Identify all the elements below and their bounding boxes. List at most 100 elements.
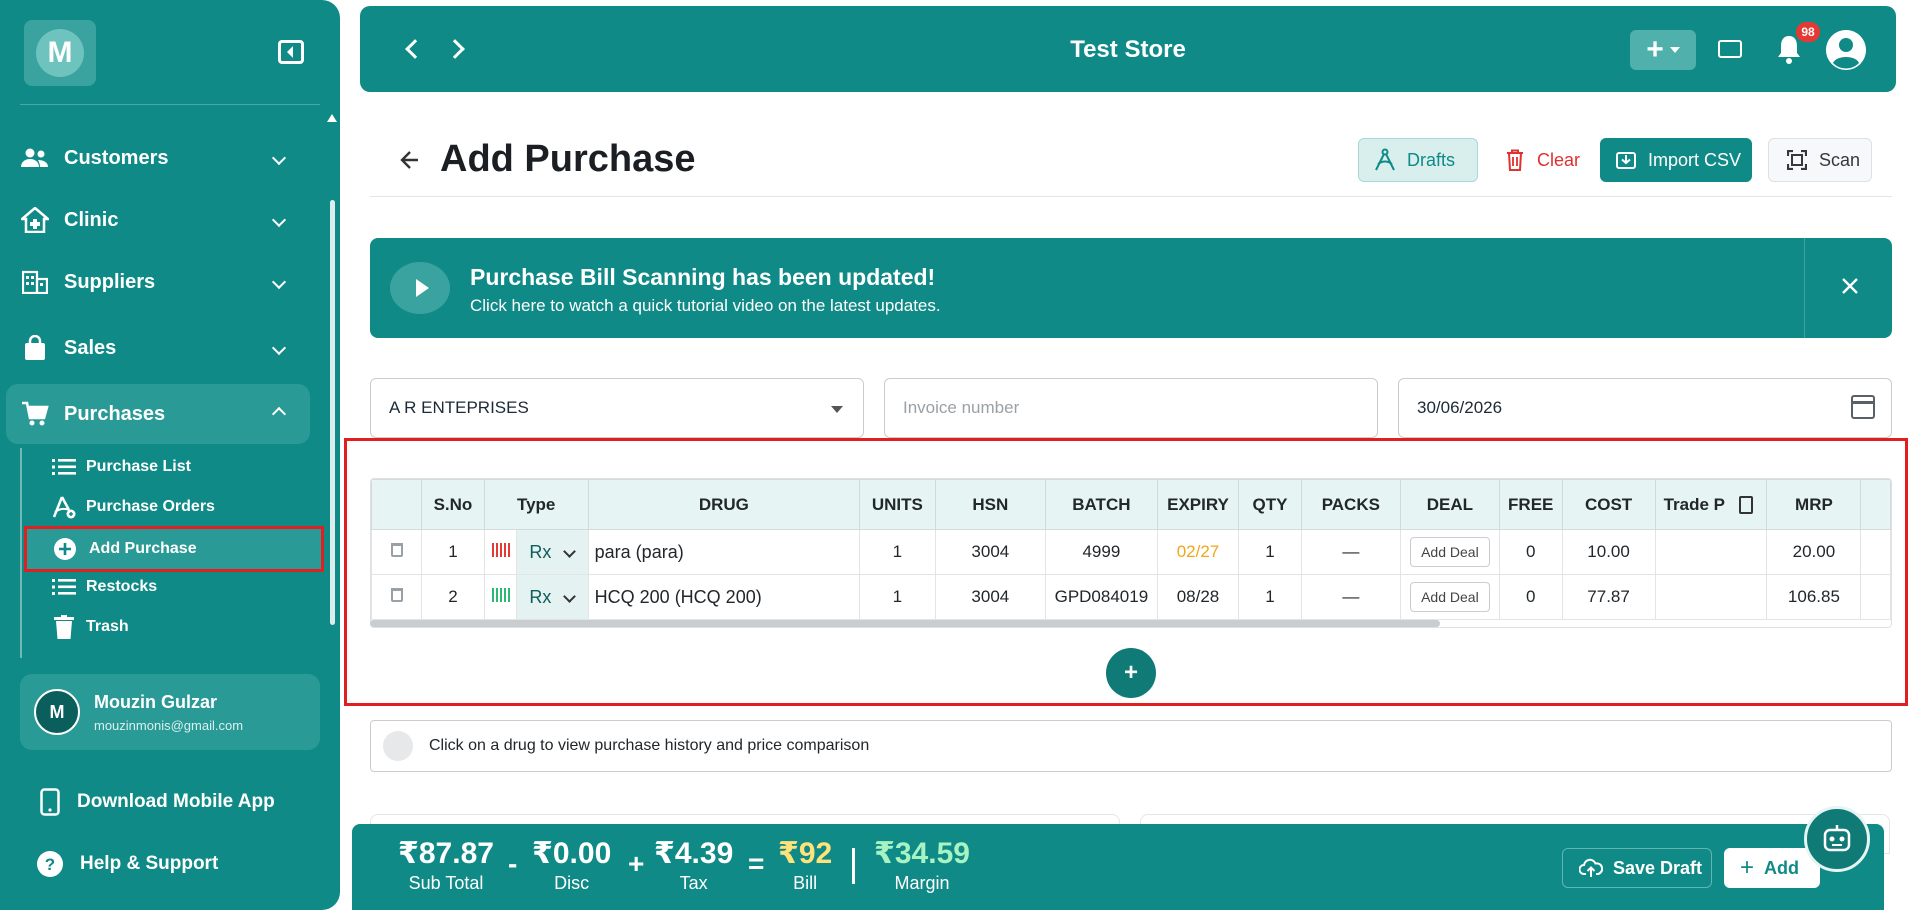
tax-value: ₹4.39 [654,837,734,870]
sidebar-item-customers[interactable]: Customers [0,128,330,188]
sidebar-item-label: Purchases [64,402,166,425]
save-draft-label: Save Draft [1613,857,1703,878]
scroll-up-icon[interactable] [327,114,337,122]
sidebar-subitem-label: Trash [86,618,129,635]
scan-button[interactable]: Scan [1768,138,1872,182]
list-icon [52,455,76,479]
clinic-icon [20,205,50,235]
sidebar-subitem-label: Restocks [86,578,158,595]
sidebar-item-label: Suppliers [64,270,156,293]
sidebar-item-label: Sales [64,336,117,359]
bill-value: ₹92 [778,837,833,870]
quick-add-button[interactable]: + [1630,30,1696,70]
app-logo[interactable]: M [24,20,96,86]
sidebar-subitem-purchase-orders[interactable]: Purchase Orders [48,488,318,526]
invoice-number-input[interactable]: Invoice number [884,378,1378,438]
sidebar-scrollbar[interactable] [330,200,335,625]
help-support-label: Help & Support [80,853,219,874]
sidebar-item-sales[interactable]: Sales [0,318,330,378]
sidebar-item-suppliers[interactable]: Suppliers [0,252,330,312]
sidebar-subitem-purchase-list[interactable]: Purchase List [48,448,318,486]
sidebar: M Customers Clinic Suppliers Sales Purch… [0,0,340,910]
app-root: M Customers Clinic Suppliers Sales Purch… [0,0,1916,910]
compass-icon [1373,148,1397,172]
sidebar-collapse-icon[interactable] [278,40,304,64]
sidebar-divider [20,104,320,105]
banner-separator [1804,238,1805,338]
purchase-date-input[interactable]: 30/06/2026 [1398,378,1892,438]
scan-label: Scan [1819,149,1861,170]
supplier-value: A R ENTEPRISES [389,398,529,417]
disc-block: ₹0.00 Disc [532,836,611,894]
keyboard-icon[interactable] [1718,40,1742,58]
sidebar-subitem-trash[interactable]: Trash [48,608,318,646]
banner-subtitle: Click here to watch a quick tutorial vid… [470,296,941,315]
drafts-button[interactable]: Drafts [1358,138,1478,182]
drug-history-hint: Click on a drug to view purchase history… [370,720,1892,772]
calendar-icon[interactable] [1851,395,1875,419]
shopping-cart-icon [20,399,50,429]
user-profile-card[interactable]: M Mouzin Gulzar mouzinmonis@gmail.com [20,674,320,750]
sidebar-item-clinic[interactable]: Clinic [0,190,330,250]
user-name: Mouzin Gulzar [94,692,217,712]
chevron-down-icon [271,274,287,290]
invoice-placeholder: Invoice number [903,398,1020,417]
totals-bar: ₹87.87 Sub Total - ₹0.00 Disc + ₹4.39 Ta… [352,824,1884,910]
sidebar-subitem-label: Purchase List [86,458,191,475]
import-csv-button[interactable]: Import CSV [1600,138,1752,182]
margin-value: ₹34.59 [874,837,970,870]
add-label: Add [1764,857,1800,878]
sidebar-subitem-add-purchase[interactable]: Add Purchase [24,526,324,572]
sidebar-subitem-label: Purchase Orders [86,498,215,515]
svg-text:?: ? [45,855,55,874]
caret-down-icon [1669,47,1680,53]
sidebar-subitem-restocks[interactable]: Restocks [48,568,318,606]
update-banner[interactable]: Purchase Bill Scanning has been updated!… [370,238,1892,338]
import-csv-label: Import CSV [1648,149,1742,170]
clear-label: Clear [1536,149,1580,170]
submenu-guide-line [20,448,22,658]
save-draft-button[interactable]: Save Draft [1562,848,1712,888]
mobile-phone-icon [40,788,60,821]
chevron-down-icon [271,340,287,356]
play-icon[interactable] [390,262,450,314]
disc-label: Disc [554,873,590,893]
assistant-bot-icon[interactable] [1804,806,1870,872]
date-value: 30/06/2026 [1417,398,1503,417]
minus-operator: - [508,848,518,879]
sidebar-subitem-label: Add Purchase [89,540,197,557]
totals-separator [852,848,855,884]
banner-title: Purchase Bill Scanning has been updated! [470,264,936,290]
page-header-divider [370,196,1892,197]
plus-icon: + [1646,33,1664,66]
avatar: M [34,689,80,735]
sidebar-item-label: Clinic [64,208,119,231]
user-email: mouzinmonis@gmail.com [94,718,244,733]
chevron-down-icon [271,212,287,228]
page-title: Add Purchase [440,138,696,180]
back-arrow-icon[interactable] [400,148,420,172]
list-icon [52,575,76,599]
trend-chart-icon [383,731,413,761]
table-highlight-frame [344,438,1908,706]
supplier-select[interactable]: A R ENTEPRISES [370,378,864,438]
trash-icon [52,615,76,639]
notification-badge: 98 [1796,22,1820,42]
clear-button[interactable]: Clear [1500,138,1580,182]
subtotal-value: ₹87.87 [398,837,494,870]
margin-block: ₹34.59 Margin [874,836,970,894]
chevron-down-icon [271,150,287,166]
bill-block: ₹92 Bill [778,836,832,894]
add-purchase-button[interactable]: + Add [1724,848,1820,888]
user-avatar-icon[interactable] [1826,30,1866,70]
sidebar-item-purchases[interactable]: Purchases [6,384,310,444]
margin-label: Margin [894,873,950,893]
equals-operator: = [748,848,765,879]
hint-text: Click on a drug to view purchase history… [429,737,870,754]
top-header: Test Store + 98 [360,6,1896,92]
sidebar-item-label: Customers [64,146,169,169]
tax-label: Tax [679,873,708,893]
trash-icon [1504,148,1527,172]
add-circle-icon [53,537,77,561]
close-icon[interactable] [1838,274,1862,298]
